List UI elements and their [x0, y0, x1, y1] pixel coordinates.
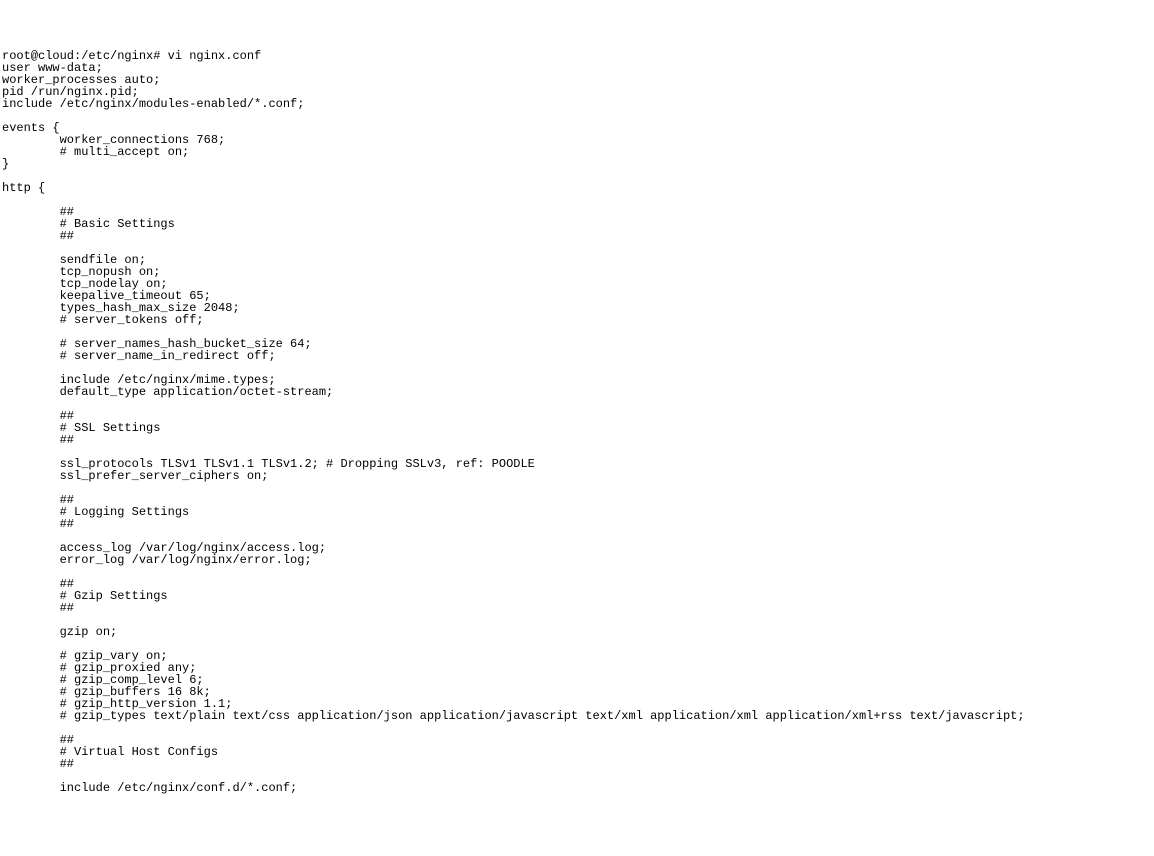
terminal-line: worker_processes auto; — [2, 74, 1152, 86]
terminal-line: # gzip_types text/plain text/css applica… — [2, 710, 1152, 722]
terminal-line: } — [2, 158, 1152, 170]
terminal-line: ## — [2, 410, 1152, 422]
terminal-output[interactable]: root@cloud:/etc/nginx# vi nginx.confuser… — [2, 50, 1152, 794]
terminal-line: tcp_nopush on; — [2, 266, 1152, 278]
terminal-line: default_type application/octet-stream; — [2, 386, 1152, 398]
terminal-line — [2, 194, 1152, 206]
terminal-line: # Virtual Host Configs — [2, 746, 1152, 758]
terminal-line: ## — [2, 518, 1152, 530]
terminal-line: root@cloud:/etc/nginx# vi nginx.conf — [2, 50, 1152, 62]
terminal-line: ssl_prefer_server_ciphers on; — [2, 470, 1152, 482]
terminal-line: # multi_accept on; — [2, 146, 1152, 158]
terminal-line: # server_tokens off; — [2, 314, 1152, 326]
terminal-line — [2, 170, 1152, 182]
terminal-line: sendfile on; — [2, 254, 1152, 266]
terminal-line: include /etc/nginx/modules-enabled/*.con… — [2, 98, 1152, 110]
terminal-line: # Logging Settings — [2, 506, 1152, 518]
terminal-line — [2, 110, 1152, 122]
terminal-line — [2, 638, 1152, 650]
terminal-line: error_log /var/log/nginx/error.log; — [2, 554, 1152, 566]
terminal-line — [2, 566, 1152, 578]
terminal-line: gzip on; — [2, 626, 1152, 638]
terminal-line: # server_name_in_redirect off; — [2, 350, 1152, 362]
terminal-line: ## — [2, 602, 1152, 614]
terminal-line: user www-data; — [2, 62, 1152, 74]
terminal-line: ## — [2, 758, 1152, 770]
terminal-line: # SSL Settings — [2, 422, 1152, 434]
terminal-line — [2, 242, 1152, 254]
terminal-line — [2, 722, 1152, 734]
terminal-line — [2, 614, 1152, 626]
terminal-line: ## — [2, 434, 1152, 446]
terminal-line — [2, 482, 1152, 494]
terminal-line: include /etc/nginx/conf.d/*.conf; — [2, 782, 1152, 794]
terminal-line: ## — [2, 578, 1152, 590]
terminal-line — [2, 398, 1152, 410]
terminal-line: http { — [2, 182, 1152, 194]
terminal-line: # Basic Settings — [2, 218, 1152, 230]
terminal-line: # Gzip Settings — [2, 590, 1152, 602]
terminal-line: ## — [2, 230, 1152, 242]
